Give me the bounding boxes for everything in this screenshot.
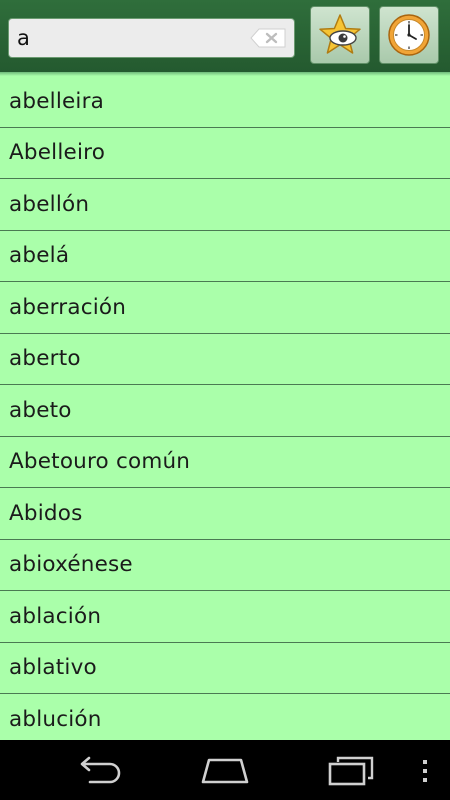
back-arrow-icon[interactable] — [70, 754, 130, 786]
recent-apps-icon[interactable] — [320, 754, 380, 786]
top-toolbar — [0, 0, 450, 72]
home-icon[interactable] — [195, 754, 255, 786]
history-button[interactable] — [379, 6, 439, 64]
list-item[interactable]: abelá — [0, 231, 450, 282]
list-item[interactable]: aberración — [0, 282, 450, 334]
overflow-menu-icon[interactable] — [418, 758, 432, 784]
list-item[interactable]: Abidos — [0, 488, 450, 540]
list-item[interactable]: abioxénese — [0, 540, 450, 591]
list-item[interactable]: abellón — [0, 179, 450, 231]
list-item[interactable]: ablativo — [0, 643, 450, 694]
favorites-button[interactable] — [310, 6, 370, 64]
list-item[interactable]: ablución — [0, 694, 450, 740]
list-item[interactable]: abelleira — [0, 76, 450, 128]
search-input[interactable] — [17, 21, 247, 55]
list-item[interactable]: aberto — [0, 334, 450, 385]
clock-icon — [388, 14, 430, 56]
list-item[interactable]: Abetouro común — [0, 437, 450, 488]
list-item[interactable]: ablación — [0, 591, 450, 643]
system-navigation-bar — [0, 740, 450, 800]
list-item[interactable]: abeto — [0, 385, 450, 437]
clear-search-icon[interactable] — [250, 28, 286, 48]
star-eye-icon — [319, 14, 361, 54]
search-box[interactable] — [8, 18, 295, 58]
list-item[interactable]: Abelleiro — [0, 128, 450, 179]
word-list[interactable]: abelleira Abelleiro abellón abelá aberra… — [0, 76, 450, 740]
